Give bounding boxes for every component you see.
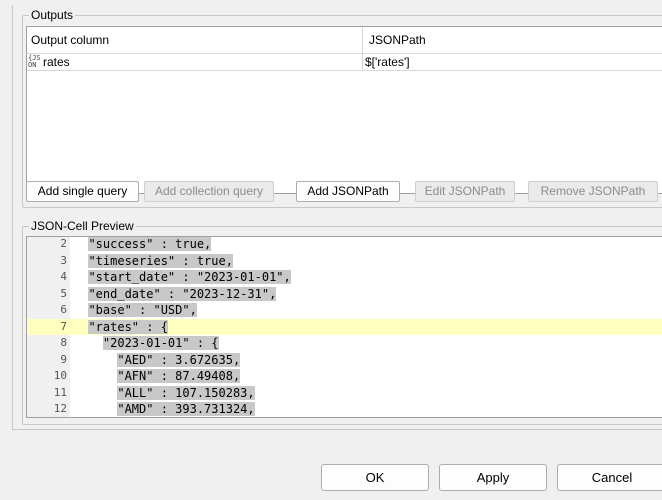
- ok-button[interactable]: OK: [321, 464, 429, 491]
- code-text: "base" : "USD",: [88, 303, 197, 317]
- code-content: "ALL" : 107.150283,: [74, 385, 255, 402]
- line-number: 2: [60, 237, 67, 250]
- remove-jsonpath-button[interactable]: Remove JSONPath: [528, 181, 658, 202]
- line-number: 12: [53, 402, 67, 415]
- line-number: 8: [60, 336, 67, 349]
- add-single-query-button[interactable]: Add single query: [26, 181, 139, 202]
- code-text: "start_date" : "2023-01-01",: [88, 270, 291, 284]
- line-number: 10: [53, 369, 67, 382]
- code-line[interactable]: 8 "2023-01-01" : {: [27, 335, 662, 352]
- line-number: 6: [60, 303, 67, 316]
- code-line[interactable]: 5 "end_date" : "2023-12-31",: [27, 286, 662, 303]
- code-text: "ALL" : 107.150283,: [117, 385, 255, 400]
- output-column-value: rates: [43, 55, 70, 69]
- line-number: 9: [60, 352, 67, 366]
- line-number: 11: [53, 385, 67, 399]
- code-line[interactable]: 11 "ALL" : 107.150283,: [27, 385, 662, 402]
- code-text: "timeseries" : true,: [88, 253, 233, 268]
- edit-jsonpath-button[interactable]: Edit JSONPath: [415, 181, 515, 202]
- cancel-button[interactable]: Cancel: [557, 464, 662, 491]
- column-header-output-column[interactable]: Output column: [27, 27, 363, 53]
- code-content: "AFN" : 87.49408,: [74, 368, 241, 385]
- code-text: "AMD" : 393.731324,: [117, 402, 255, 416]
- code-content: "success" : true,: [74, 237, 212, 253]
- json-icon: {JS ON: [28, 54, 41, 69]
- table-row[interactable]: {JS ON rates $['rates']: [27, 54, 662, 71]
- line-number: 7: [60, 319, 67, 333]
- code-text: "AED" : 3.672635,: [117, 352, 241, 367]
- code-content: "rates" : {: [74, 319, 168, 336]
- code-text: "2023-01-01" : {: [102, 336, 219, 350]
- code-content: "2023-01-01" : {: [74, 335, 219, 352]
- line-number: 3: [60, 253, 67, 267]
- code-line[interactable]: 4 "start_date" : "2023-01-01",: [27, 269, 662, 286]
- json-preview-group: JSON-Cell Preview 2 "success" : true, 3 "…: [22, 219, 662, 425]
- add-jsonpath-button[interactable]: Add JSONPath: [296, 181, 400, 202]
- code-content: "end_date" : "2023-12-31",: [74, 286, 277, 303]
- outputs-group: Outputs Output column JSONPath {JS ON rat…: [22, 8, 662, 208]
- line-number: 5: [60, 286, 67, 300]
- table-header: Output column JSONPath: [27, 27, 662, 54]
- code-text: "AFN" : 87.49408,: [117, 369, 241, 383]
- code-text: "end_date" : "2023-12-31",: [88, 286, 277, 301]
- line-number: 4: [60, 270, 67, 283]
- code-content: "AMD" : 393.731324,: [74, 401, 255, 417]
- code-content: "timeseries" : true,: [74, 253, 233, 270]
- code-content: "AED" : 3.672635,: [74, 352, 241, 369]
- code-line[interactable]: 2 "success" : true,: [27, 237, 662, 253]
- code-line[interactable]: 7 "rates" : {: [27, 318, 662, 336]
- code-content: "start_date" : "2023-01-01",: [74, 269, 291, 286]
- code-line[interactable]: 6 "base" : "USD",: [27, 302, 662, 319]
- code-content: "base" : "USD",: [74, 302, 197, 319]
- output-column-cell[interactable]: {JS ON rates: [27, 54, 363, 70]
- code-text: "rates" : {: [88, 319, 168, 334]
- code-line[interactable]: 9 "AED" : 3.672635,: [27, 352, 662, 369]
- outputs-table[interactable]: Output column JSONPath {JS ON rates $['ra…: [26, 26, 662, 194]
- outputs-title: Outputs: [29, 8, 76, 22]
- apply-button[interactable]: Apply: [439, 464, 547, 491]
- code-text: "success" : true,: [88, 237, 212, 251]
- json-preview-title: JSON-Cell Preview: [29, 219, 136, 233]
- column-header-jsonpath[interactable]: JSONPath: [363, 27, 662, 53]
- code-line[interactable]: 10 "AFN" : 87.49408,: [27, 368, 662, 385]
- code-line[interactable]: 3 "timeseries" : true,: [27, 253, 662, 270]
- add-collection-query-button[interactable]: Add collection query: [144, 181, 274, 202]
- jsonpath-cell[interactable]: $['rates']: [363, 54, 662, 70]
- code-line[interactable]: 12 "AMD" : 393.731324,: [27, 401, 662, 417]
- json-preview-editor[interactable]: 2 "success" : true, 3 "timeseries" : true…: [26, 236, 662, 418]
